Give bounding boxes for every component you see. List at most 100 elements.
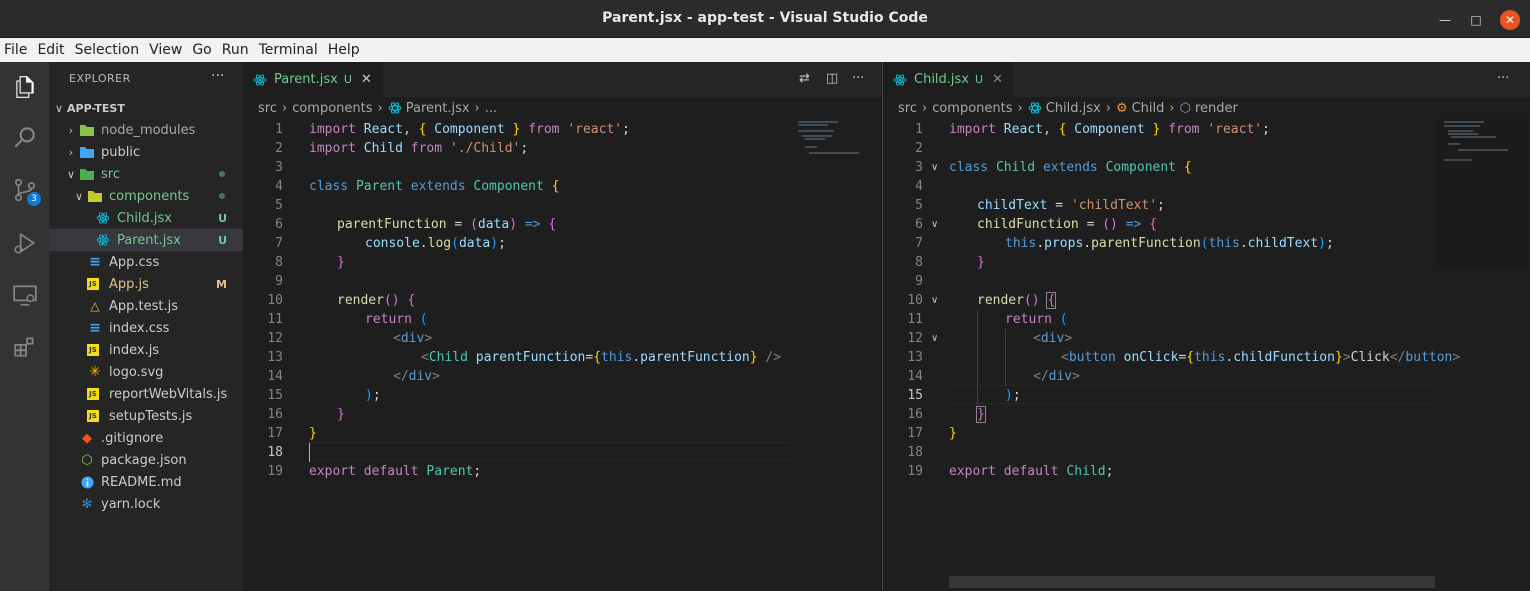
code-line: render() { xyxy=(337,293,416,308)
code-line: ); xyxy=(365,388,381,403)
run-debug-icon[interactable] xyxy=(12,230,38,256)
breadcrumb-more[interactable]: ... xyxy=(485,101,497,116)
tree-item-public[interactable]: › public xyxy=(49,141,243,163)
react-icon xyxy=(253,73,267,86)
react-icon xyxy=(388,102,402,114)
tab-git-status: U xyxy=(975,73,984,86)
search-icon[interactable] xyxy=(12,124,38,150)
project-name: APP-TEST xyxy=(67,101,125,115)
menu-file[interactable]: File xyxy=(4,42,27,58)
menu-run[interactable]: Run xyxy=(222,42,249,58)
extensions-icon[interactable] xyxy=(12,334,38,360)
tree-item-child-jsx[interactable]: Child.jsx U xyxy=(49,207,243,229)
code-line: export default Child; xyxy=(949,464,1114,479)
tab-close-icon[interactable]: ✕ xyxy=(992,72,1003,87)
breadcrumb-method[interactable]: render xyxy=(1195,101,1238,116)
tree-item-logo-svg[interactable]: ✳ logo.svg xyxy=(49,361,243,383)
close-icon[interactable]: ✕ xyxy=(1500,10,1520,30)
fold-chevron-icon[interactable]: ∨ xyxy=(931,158,938,177)
folder-src-icon xyxy=(79,166,95,182)
tab-parent-jsx[interactable]: Parent.jsx U ✕ xyxy=(243,62,382,97)
code-line: import React, { Component } from 'react'… xyxy=(949,122,1270,137)
css-icon: ≡ xyxy=(89,320,101,336)
minimize-icon[interactable]: — xyxy=(1435,10,1455,30)
indent-guide xyxy=(1005,329,1006,386)
window-title: Parent.jsx - app-test - Visual Studio Co… xyxy=(602,10,928,26)
chevron-down-icon: ∨ xyxy=(54,101,64,115)
explorer-more-icon[interactable]: ··· xyxy=(211,68,224,84)
breadcrumb-components[interactable]: components xyxy=(292,101,372,116)
tree-item-readme[interactable]: README.md xyxy=(49,471,243,493)
tree-item-package-json[interactable]: ⬡ package.json xyxy=(49,449,243,471)
menu-view[interactable]: View xyxy=(149,42,182,58)
more-actions-icon[interactable]: ··· xyxy=(1497,71,1509,86)
breadcrumb-file[interactable]: Parent.jsx xyxy=(406,101,470,116)
tree-item-setup-tests[interactable]: JS setupTests.js xyxy=(49,405,243,427)
chevron-right-icon: › xyxy=(377,100,383,116)
code-line: </div> xyxy=(393,369,440,384)
tab-bar-right: Child.jsx U ✕ ··· xyxy=(883,62,1530,97)
react-icon xyxy=(95,232,111,248)
tree-item-index-js[interactable]: JS index.js xyxy=(49,339,243,361)
react-icon xyxy=(1028,102,1042,114)
chevron-right-icon: › xyxy=(1169,100,1175,116)
explorer-icon[interactable] xyxy=(12,74,38,100)
project-root[interactable]: ∨ APP-TEST xyxy=(49,97,243,119)
tree-item-app-test-js[interactable]: △ App.test.js xyxy=(49,295,243,317)
git-status: M xyxy=(216,277,227,291)
text-cursor xyxy=(309,443,310,462)
explorer-header: EXPLORER xyxy=(69,72,131,85)
tree-item-app-js[interactable]: JS App.js M xyxy=(49,273,243,295)
tab-close-icon[interactable]: ✕ xyxy=(361,72,372,87)
menu-edit[interactable]: Edit xyxy=(37,42,64,58)
compare-changes-icon[interactable]: ⇄ xyxy=(799,71,810,86)
code-line: <div> xyxy=(1033,331,1073,346)
code-line: render() { xyxy=(977,292,1057,309)
tree-item-parent-jsx[interactable]: Parent.jsx U xyxy=(49,229,243,251)
tree-item-gitignore[interactable]: ◆ .gitignore xyxy=(49,427,243,449)
more-actions-icon[interactable]: ··· xyxy=(852,71,864,86)
code-line: } xyxy=(337,255,345,270)
code-line: <button onClick={this.childFunction}>Cli… xyxy=(1061,350,1461,365)
split-editor-icon[interactable]: ◫ xyxy=(826,71,838,86)
breadcrumb-src[interactable]: src xyxy=(258,101,277,116)
horizontal-scrollbar[interactable] xyxy=(949,576,1435,588)
breadcrumb-components[interactable]: components xyxy=(932,101,1012,116)
minimap-right[interactable] xyxy=(1438,119,1528,269)
activity-bar: 3 xyxy=(0,62,49,591)
code-line: return ( xyxy=(1005,312,1068,327)
scm-badge: 3 xyxy=(27,192,41,206)
tree-item-components[interactable]: ∨ components xyxy=(49,185,243,207)
react-icon xyxy=(893,73,907,86)
explorer-sidebar: EXPLORER ··· ∨ APP-TEST › node_modules ›… xyxy=(49,62,243,591)
breadcrumb: src › components › Parent.jsx › ... xyxy=(243,97,882,119)
remote-explorer-icon[interactable] xyxy=(12,282,38,308)
menu-go[interactable]: Go xyxy=(192,42,211,58)
minimap-left[interactable] xyxy=(796,119,866,219)
code-line: import Child from './Child'; xyxy=(309,141,529,156)
tree-item-report-web-vitals[interactable]: JS reportWebVitals.js xyxy=(49,383,243,405)
menu-help[interactable]: Help xyxy=(328,42,360,58)
fold-chevron-icon[interactable]: ∨ xyxy=(931,215,938,234)
breadcrumb-file[interactable]: Child.jsx xyxy=(1046,101,1101,116)
js-icon: JS xyxy=(87,344,99,356)
svg-icon: ✳ xyxy=(89,364,101,380)
maximize-icon[interactable]: □ xyxy=(1466,10,1486,30)
fold-chevron-icon[interactable]: ∨ xyxy=(931,329,938,348)
menu-terminal[interactable]: Terminal xyxy=(259,42,318,58)
menu-selection[interactable]: Selection xyxy=(75,42,140,58)
tree-item-src[interactable]: ∨ src xyxy=(49,163,243,185)
breadcrumb-class[interactable]: Child xyxy=(1132,101,1165,116)
fold-chevron-icon[interactable]: ∨ xyxy=(931,291,938,310)
info-icon xyxy=(79,474,95,490)
code-line: <Child parentFunction={this.parentFuncti… xyxy=(421,350,782,365)
tree-item-node-modules[interactable]: › node_modules xyxy=(49,119,243,141)
current-line-highlight xyxy=(309,442,791,461)
js-icon: JS xyxy=(87,410,99,422)
tree-item-index-css[interactable]: ≡ index.css xyxy=(49,317,243,339)
tree-item-yarn-lock[interactable]: ✻ yarn.lock xyxy=(49,493,243,515)
breadcrumb-src[interactable]: src xyxy=(898,101,917,116)
tab-label: Child.jsx xyxy=(914,72,970,87)
tab-child-jsx[interactable]: Child.jsx U ✕ xyxy=(883,62,1013,97)
tree-item-app-css[interactable]: ≡ App.css xyxy=(49,251,243,273)
